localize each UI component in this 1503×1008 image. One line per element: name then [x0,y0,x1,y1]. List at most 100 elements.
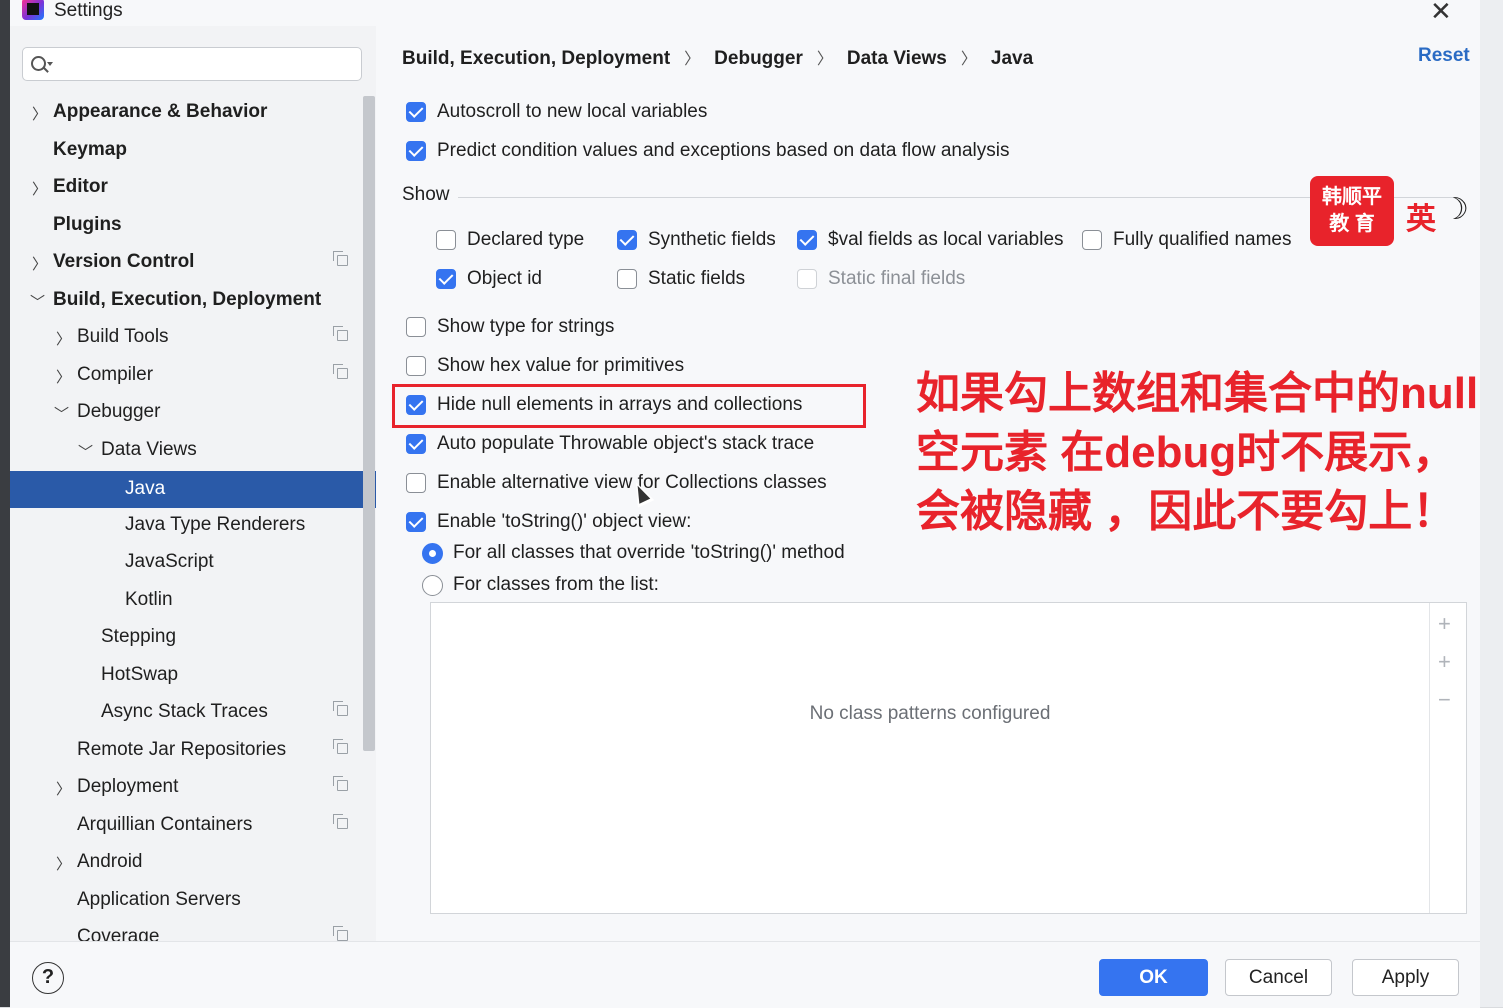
sidebar-item-android[interactable]: 〉 Android [10,844,362,881]
search-options-dropdown-icon[interactable] [47,62,53,66]
breadcrumb-item: Java [990,48,1034,69]
static-fields-checkbox[interactable] [617,269,637,289]
sidebar-item-build-execution-deployment[interactable]: 〉 Build, Execution, Deployment [10,282,362,319]
sidebar-item-build-tools[interactable]: 〉 Build Tools [10,319,362,356]
chevron-right-icon[interactable]: 〉 [32,103,47,124]
breadcrumb-separator-icon: 〉 [816,51,833,68]
sidebar-item-appearance-behavior[interactable]: 〉 Appearance & Behavior [10,94,362,131]
sidebar-item-arquillian-containers[interactable]: Arquillian Containers [10,807,362,844]
sidebar-item-kotlin[interactable]: Kotlin [10,582,362,619]
add-class-icon[interactable]: + [1438,611,1451,637]
project-settings-icon [333,701,348,716]
fully-qualified-label: Fully qualified names [1113,229,1292,250]
sidebar-item-label: Plugins [53,214,122,235]
sidebar-item-label: Build Tools [77,326,169,347]
sidebar-item-debugger[interactable]: 〉 Debugger [10,394,362,431]
chevron-right-icon[interactable]: 〉 [32,253,47,274]
sidebar-item-stepping[interactable]: Stepping [10,619,362,656]
sidebar-item-label: Arquillian Containers [77,814,253,835]
cancel-button[interactable]: Cancel [1225,959,1332,996]
ok-button[interactable]: OK [1099,959,1208,996]
sidebar-item-label: Android [77,851,143,872]
sidebar-item-data-views[interactable]: 〉 Data Views [10,432,362,469]
tostring-all-label: For all classes that override 'toString(… [453,542,845,563]
alt-view-checkbox[interactable] [406,473,426,493]
class-patterns-empty-text: No class patterns configured [809,703,1051,724]
sidebar-item-label: Java Type Renderers [125,514,306,535]
sidebar-item-label: Compiler [77,364,154,385]
chevron-down-icon[interactable]: 〉 [27,294,48,309]
synthetic-fields-checkbox[interactable] [617,230,637,250]
sidebar-item-deployment[interactable]: 〉 Deployment [10,769,362,806]
logo-line: 教 育 [1329,213,1375,235]
sidebar-item-version-control[interactable]: 〉 Version Control [10,244,362,281]
close-icon[interactable]: ✕ [1430,0,1452,27]
sidebar-item-label: Remote Jar Repositories [77,739,287,760]
tostring-checkbox[interactable] [406,512,426,532]
help-icon[interactable]: ? [32,962,64,994]
sidebar-item-async-stack-traces[interactable]: Async Stack Traces [10,694,362,731]
predict-checkbox[interactable] [406,141,426,161]
title-bar: Settings ✕ [10,0,1480,26]
val-fields-checkbox[interactable] [797,230,817,250]
sidebar-item-remote-jar-repositories[interactable]: Remote Jar Repositories [10,732,362,769]
ime-language-indicator: 英 [1406,203,1436,236]
show-section-label: Show [402,184,450,205]
show-section-divider [458,197,1458,198]
sidebar-scrollbar-thumb[interactable] [363,96,375,751]
tostring-all-radio[interactable] [422,543,443,564]
sidebar-item-java-type-renderers[interactable]: Java Type Renderers [10,507,362,544]
sidebar-item-label: Editor [53,176,108,197]
hex-primitives-checkbox[interactable] [406,356,426,376]
sidebar-item-label: Coverage [77,926,160,941]
hex-primitives-label: Show hex value for primitives [437,355,685,376]
sidebar-item-editor[interactable]: 〉 Editor [10,169,362,206]
object-id-checkbox[interactable] [436,269,456,289]
apply-button[interactable]: Apply [1352,959,1459,996]
autoscroll-checkbox[interactable] [406,102,426,122]
chevron-down-icon[interactable]: 〉 [75,444,96,459]
background-window-right-edge [1480,0,1503,1007]
class-patterns-list[interactable]: No class patterns configured + + − [430,602,1467,914]
type-strings-checkbox[interactable] [406,317,426,337]
annotation-line: 空元素 在debug时不展示， [916,428,1457,477]
search-icon [31,56,46,71]
breadcrumb-item: Build, Execution, Deployment [402,48,671,69]
add-pattern-icon[interactable]: + [1438,649,1451,675]
chevron-down-icon[interactable]: 〉 [51,406,72,421]
chevron-right-icon[interactable]: 〉 [56,366,71,387]
sidebar-item-compiler[interactable]: 〉 Compiler [10,357,362,394]
remove-icon[interactable]: − [1438,687,1451,713]
tostring-list-label: For classes from the list: [453,574,659,595]
chevron-right-icon[interactable]: 〉 [56,853,71,874]
throwable-checkbox[interactable] [406,434,426,454]
settings-search-input[interactable] [22,47,362,81]
chevron-right-icon[interactable]: 〉 [32,178,47,199]
intellij-app-icon [22,0,44,20]
project-settings-icon [333,739,348,754]
declared-type-checkbox[interactable] [436,230,456,250]
project-settings-icon [333,251,348,266]
chevron-right-icon[interactable]: 〉 [56,778,71,799]
sidebar-item-hotswap[interactable]: HotSwap [10,657,362,694]
sidebar-item-java[interactable]: Java [10,471,376,508]
window-title: Settings [54,0,123,21]
sidebar-item-plugins[interactable]: Plugins [10,207,362,244]
logo-line: 韩顺平 [1322,186,1382,208]
project-settings-icon [333,776,348,791]
sidebar-item-label: Java [125,478,166,499]
sidebar-item-label: Application Servers [77,889,241,910]
tostring-list-radio[interactable] [422,575,443,596]
sidebar-item-coverage[interactable]: Coverage [10,919,362,941]
sidebar-item-javascript[interactable]: JavaScript [10,544,362,581]
breadcrumb-separator-icon: 〉 [960,51,977,68]
sidebar-item-keymap[interactable]: Keymap [10,132,362,169]
sidebar-item-label: Appearance & Behavior [53,101,268,122]
reset-link[interactable]: Reset [1418,45,1470,67]
project-settings-icon [333,364,348,379]
fully-qualified-checkbox[interactable] [1082,230,1102,250]
sidebar-item-application-servers[interactable]: Application Servers [10,882,362,919]
watermark-logo: 韩顺平 教 育 [1310,176,1394,246]
chevron-right-icon[interactable]: 〉 [56,328,71,349]
sidebar-item-label: JavaScript [125,551,214,572]
